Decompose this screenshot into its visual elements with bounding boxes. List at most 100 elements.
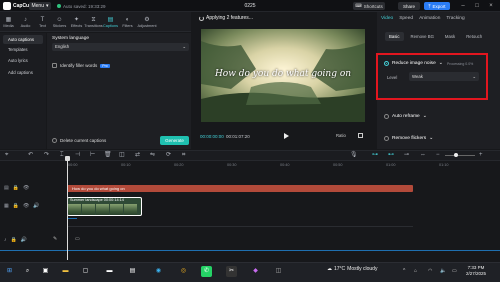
nav-templates[interactable]: Templates (3, 45, 43, 54)
split-right-icon[interactable]: ⊢ (90, 151, 95, 160)
task-view-icon[interactable]: ▣ (40, 266, 51, 277)
zoom-slider-handle[interactable] (454, 153, 458, 157)
tool-captions[interactable]: ▤ Captions (102, 12, 119, 32)
undo-icon[interactable]: ↶ (28, 151, 33, 160)
windows-start-icon[interactable]: ⊞ (4, 266, 15, 277)
language-select[interactable]: English ⌄ (52, 43, 189, 51)
tool-media[interactable]: ▦ Media (0, 12, 17, 32)
wifi-icon[interactable]: ◠ (428, 268, 432, 274)
search-icon[interactable]: ⌕ (22, 266, 33, 277)
fullscreen-icon[interactable] (358, 133, 363, 138)
tool-transitions[interactable]: ⧖ Transitions (84, 12, 102, 32)
split-icon[interactable]: ⌶ (60, 151, 64, 160)
volume-icon[interactable]: 🔈 (440, 268, 446, 274)
crop-icon[interactable]: ⌗ (182, 151, 185, 160)
tool-effects[interactable]: ✦ Effects (68, 12, 85, 32)
preview-axis-icon[interactable]: ⊸ (404, 151, 409, 160)
language-icon[interactable]: ⌂ (414, 268, 417, 274)
tool-filters[interactable]: ◐ Filters (119, 12, 136, 32)
lock-icon[interactable]: 🔒 (13, 185, 19, 191)
edge-icon[interactable]: ◉ (153, 266, 164, 277)
eye-icon[interactable]: 👁 (23, 203, 29, 209)
snap-icon[interactable]: ⊷ (388, 151, 394, 160)
shortcuts-button[interactable]: ⌨ Shortcuts (353, 2, 385, 10)
export-button[interactable]: ⤒ Export (424, 2, 450, 10)
eye-icon[interactable]: 👁 (23, 185, 29, 191)
microphone-icon[interactable]: 🎙 (350, 151, 358, 160)
tab-video[interactable]: Video (381, 16, 393, 21)
subtab-remove-bg[interactable]: Remove BG (407, 32, 438, 41)
maximize-icon[interactable]: □ (472, 2, 482, 10)
tool-text[interactable]: T Text (34, 12, 51, 32)
caption-clip[interactable]: How do you do what going on (67, 185, 413, 192)
subtab-retouch[interactable]: Retouch (462, 32, 486, 41)
app-icon[interactable]: ◫ (273, 266, 284, 277)
calculator-icon[interactable]: ▤ (127, 266, 138, 277)
delete-radio[interactable] (52, 138, 57, 143)
subtab-basic[interactable]: Basic (385, 32, 404, 41)
remove-flickers-option[interactable]: Remove flickers ⌄ (384, 136, 433, 141)
system-clock[interactable]: 7:33 PM 2/27/2025 (466, 265, 486, 277)
filler-checkbox[interactable] (52, 63, 57, 68)
tool-adjustment[interactable]: ⚙ Adjustment (136, 12, 158, 32)
auto-reframe-option[interactable]: Auto reframe ⌄ (384, 114, 427, 119)
zoom-fit-icon[interactable]: ⇔ (420, 151, 426, 160)
redo-icon[interactable]: ↷ (44, 151, 49, 160)
share-button[interactable]: Share (398, 2, 420, 10)
freeze-icon[interactable]: ◫ (119, 151, 125, 160)
remove-flickers-radio[interactable] (384, 136, 389, 141)
ratio-button[interactable]: Ratio (336, 133, 346, 138)
reverse-icon[interactable]: ⇄ (135, 151, 140, 160)
nav-auto-lyrics[interactable]: Auto lyrics (3, 56, 43, 65)
delete-icon[interactable]: 🗑 (104, 151, 112, 160)
tab-tracking[interactable]: Tracking (446, 16, 464, 21)
project-title[interactable]: 0225 (226, 2, 274, 10)
zoom-slider[interactable] (445, 155, 475, 156)
level-select[interactable]: Weak ⌄ (409, 72, 479, 81)
auto-reframe-radio[interactable] (384, 114, 389, 119)
video-preview[interactable]: How do you do what going on (201, 29, 365, 122)
chevron-up-icon[interactable]: ^ (403, 268, 405, 274)
filler-words-option[interactable]: Identify filler words Pro (52, 63, 110, 68)
terminal-icon[interactable]: ▬ (104, 266, 115, 277)
zoom-in-icon[interactable]: + (479, 151, 483, 160)
whatsapp-icon[interactable]: ✆ (201, 266, 212, 277)
file-explorer-icon[interactable]: ▬ (60, 266, 71, 277)
lock-icon[interactable]: 🔒 (13, 203, 19, 209)
play-icon[interactable] (284, 133, 289, 139)
paint-icon[interactable]: ◆ (250, 266, 261, 277)
video-clip[interactable]: Summer landscape 00:00:14:14 (67, 197, 142, 216)
zoom-out-icon[interactable]: − (436, 151, 440, 160)
reduce-noise-option[interactable]: Reduce image noise ⌄ (384, 61, 443, 66)
cover-image-icon[interactable]: ▭ (75, 236, 80, 242)
playhead-handle[interactable] (65, 156, 70, 161)
playhead[interactable] (67, 158, 68, 260)
mirror-icon[interactable]: ⇋ (150, 151, 155, 160)
tool-audio[interactable]: ♪ Audio (17, 12, 34, 32)
cover-edit-icon[interactable]: ✎ (53, 236, 57, 242)
speaker-icon[interactable]: 🔊 (33, 203, 39, 209)
tab-animation[interactable]: Animation (419, 16, 440, 21)
nav-add-captions[interactable]: Add captions (3, 68, 43, 77)
lock-icon[interactable]: 🔒 (11, 237, 17, 243)
split-left-icon[interactable]: ⊣ (75, 151, 80, 160)
battery-icon[interactable]: ▭ (452, 268, 457, 274)
select-tool-icon[interactable]: ⌖ (5, 151, 8, 160)
generate-button[interactable]: Generate (160, 136, 189, 145)
menu-button[interactable]: Menu ▾ (29, 2, 51, 10)
link-icon[interactable]: ⊶ (372, 151, 378, 160)
app-icon[interactable]: ▢ (80, 266, 91, 277)
minimize-icon[interactable]: – (458, 2, 468, 10)
tool-stickers[interactable]: ☺ Stickers (51, 12, 68, 32)
capcut-icon[interactable]: ✂ (226, 266, 237, 277)
chrome-icon[interactable]: ◎ (178, 266, 189, 277)
tab-speed[interactable]: Speed (399, 16, 413, 21)
weather-widget[interactable]: ☁ 17°C Mostly cloudy (327, 266, 377, 272)
speaker-icon[interactable]: 🔊 (21, 237, 27, 243)
close-icon[interactable]: × (486, 2, 496, 10)
rotate-icon[interactable]: ⟳ (166, 151, 171, 160)
delete-captions-option[interactable]: Delete current captions (52, 138, 106, 143)
subtab-mask[interactable]: Mask (441, 32, 459, 41)
nav-auto-captions[interactable]: Auto captions (3, 35, 43, 44)
reduce-noise-radio[interactable] (384, 61, 389, 66)
